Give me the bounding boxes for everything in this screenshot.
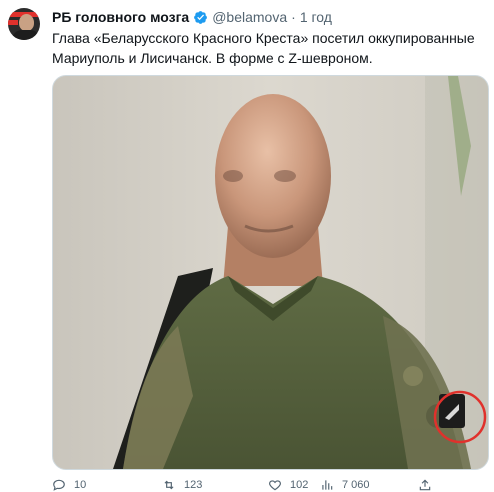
share-icon xyxy=(419,479,431,491)
author-name[interactable]: РБ головного мозга xyxy=(52,9,189,25)
heart-icon xyxy=(269,480,281,491)
retweet-count: 123 xyxy=(184,479,203,491)
tweet-media-image[interactable] xyxy=(52,75,489,470)
view-count: 7 060 xyxy=(342,479,370,491)
reply-icon xyxy=(53,479,65,491)
reply-count: 10 xyxy=(74,479,87,491)
tweet-card[interactable]: РБ головного мозга @belamova · 1 год Гла… xyxy=(0,0,494,491)
views-button[interactable]: 7 060 xyxy=(320,478,370,492)
tweet-text: Глава «Беларусского Красного Креста» пос… xyxy=(52,30,475,66)
tweet-actions: 10 123 102 7 060 xyxy=(52,478,482,492)
avatar[interactable] xyxy=(8,8,40,40)
tweet-header: РБ головного мозга @belamova · 1 год xyxy=(52,8,332,26)
verified-badge-icon xyxy=(193,10,208,25)
retweet-button[interactable]: 123 xyxy=(162,478,202,492)
views-chart-icon xyxy=(322,480,333,490)
tweet-timestamp[interactable]: 1 год xyxy=(300,9,332,25)
separator-dot: · xyxy=(291,9,296,25)
reply-button[interactable]: 10 xyxy=(52,478,86,492)
share-button[interactable] xyxy=(418,478,432,492)
like-count: 102 xyxy=(290,479,309,491)
retweet-icon xyxy=(164,480,174,490)
author-handle[interactable]: @belamova xyxy=(212,9,287,25)
like-button[interactable]: 102 xyxy=(268,478,308,492)
media-photo xyxy=(53,76,488,469)
